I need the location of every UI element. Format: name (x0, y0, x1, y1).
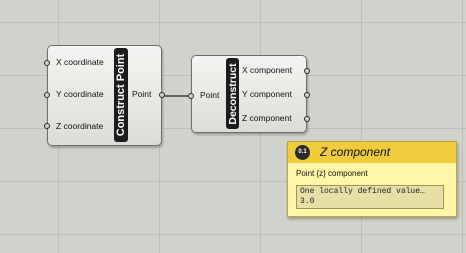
number-param-icon: 0.1 (295, 145, 310, 160)
tooltip-value-line-2: 3.0 (300, 197, 315, 206)
tooltip-header: 0.1 Z component (288, 142, 456, 163)
construct-point-title: Construct Point (115, 53, 127, 137)
y-component-output-grip[interactable] (304, 92, 310, 98)
y-coordinate-label: Y coordinate (56, 89, 104, 99)
deconstruct-component[interactable]: Point Deconstruct X component Y componen… (188, 55, 310, 133)
z-component-label: Z component (242, 113, 292, 123)
tooltip-title: Z component (320, 145, 391, 159)
z-coordinate-label: Z coordinate (56, 121, 104, 131)
tooltip-value-box: One locally defined value… 3.0 (296, 185, 444, 209)
z-component-output-grip[interactable] (304, 116, 310, 122)
construct-point-component[interactable]: X coordinate Y coordinate Z coordinate C… (44, 45, 165, 146)
tooltip-value-line-1: One locally defined value… (300, 187, 425, 196)
x-coordinate-label: X coordinate (56, 57, 104, 67)
x-coordinate-input-grip[interactable] (44, 60, 50, 66)
x-component-output-grip[interactable] (304, 68, 310, 74)
x-component-label: X component (242, 65, 293, 75)
point-input-grip[interactable] (188, 93, 194, 99)
point-input-label: Point (200, 90, 220, 100)
construct-point-title-block: Construct Point (114, 48, 128, 142)
y-component-label: Y component (242, 89, 292, 99)
z-coordinate-input-grip[interactable] (44, 123, 50, 129)
z-component-tooltip: 0.1 Z component Point {z} component One … (287, 141, 457, 217)
point-output-label: Point (132, 89, 152, 99)
deconstruct-title-block: Deconstruct (226, 58, 239, 129)
point-output-grip[interactable] (159, 92, 165, 98)
y-coordinate-input-grip[interactable] (44, 92, 50, 98)
tooltip-description: Point {z} component (296, 169, 368, 178)
grasshopper-canvas[interactable]: X coordinate Y coordinate Z coordinate C… (0, 0, 466, 253)
deconstruct-title: Deconstruct (226, 62, 239, 125)
